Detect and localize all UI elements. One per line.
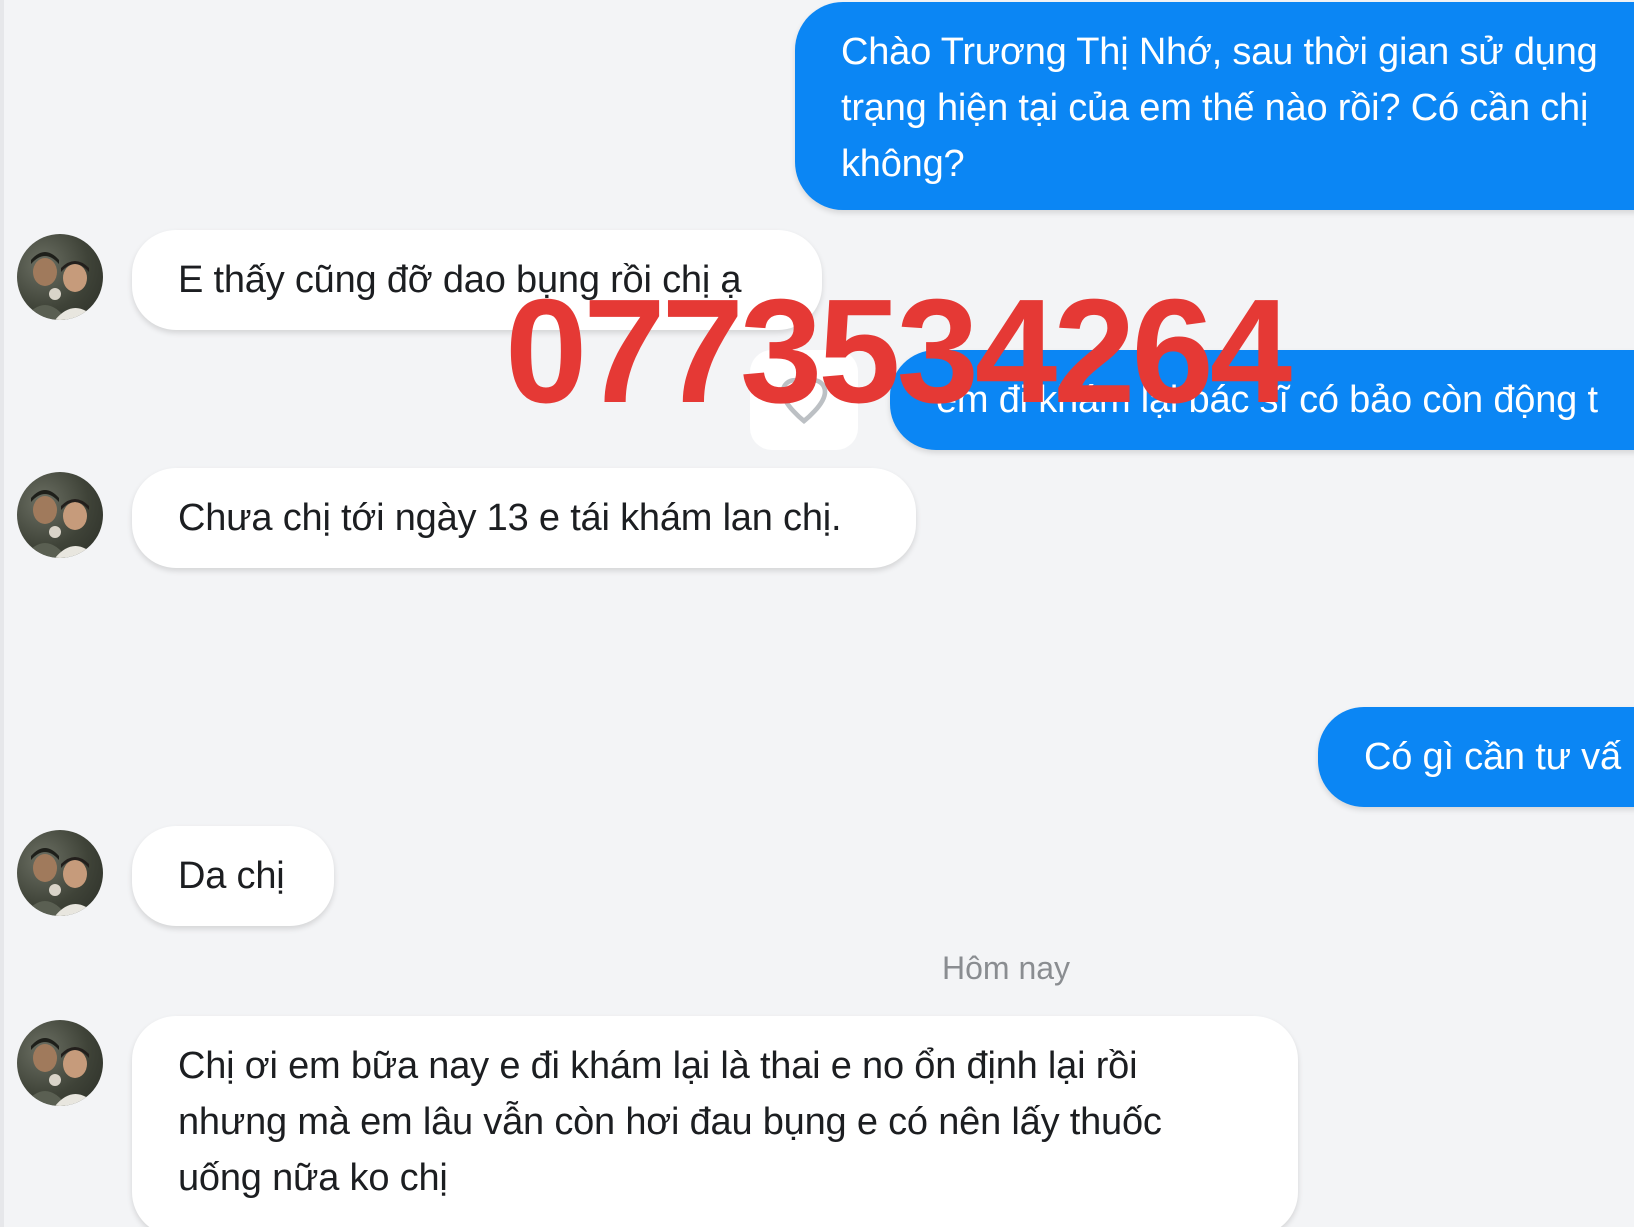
message-text: Chào Trương Thị Nhớ, sau thời gian sử dụ…: [841, 31, 1598, 185]
incoming-message[interactable]: Da chị: [132, 826, 334, 926]
incoming-message[interactable]: Chị ơi em bữa nay e đi khám lại là thai …: [132, 1016, 1298, 1227]
message-text: Chị ơi em bữa nay e đi khám lại là thai …: [178, 1045, 1162, 1199]
contact-avatar[interactable]: [17, 472, 103, 558]
chat-window: Chào Trương Thị Nhớ, sau thời gian sử dụ…: [0, 0, 1634, 1227]
window-edge: [0, 0, 4, 1227]
message-text: Có gì cần tư vấ: [1364, 736, 1621, 778]
message-text: Chưa chị tới ngày 13 e tái khám lan chị.: [178, 497, 842, 539]
message-text: Da chị: [178, 855, 285, 897]
day-separator: Hôm nay: [942, 950, 1071, 986]
incoming-message[interactable]: Chưa chị tới ngày 13 e tái khám lan chị.: [132, 468, 916, 568]
phone-watermark: 0773534264: [505, 269, 1292, 434]
contact-avatar[interactable]: [17, 1020, 103, 1106]
outgoing-message[interactable]: Chào Trương Thị Nhớ, sau thời gian sử dụ…: [795, 2, 1634, 210]
contact-avatar[interactable]: [17, 234, 103, 320]
outgoing-message[interactable]: Có gì cần tư vấ: [1318, 707, 1634, 807]
contact-avatar[interactable]: [17, 830, 103, 916]
